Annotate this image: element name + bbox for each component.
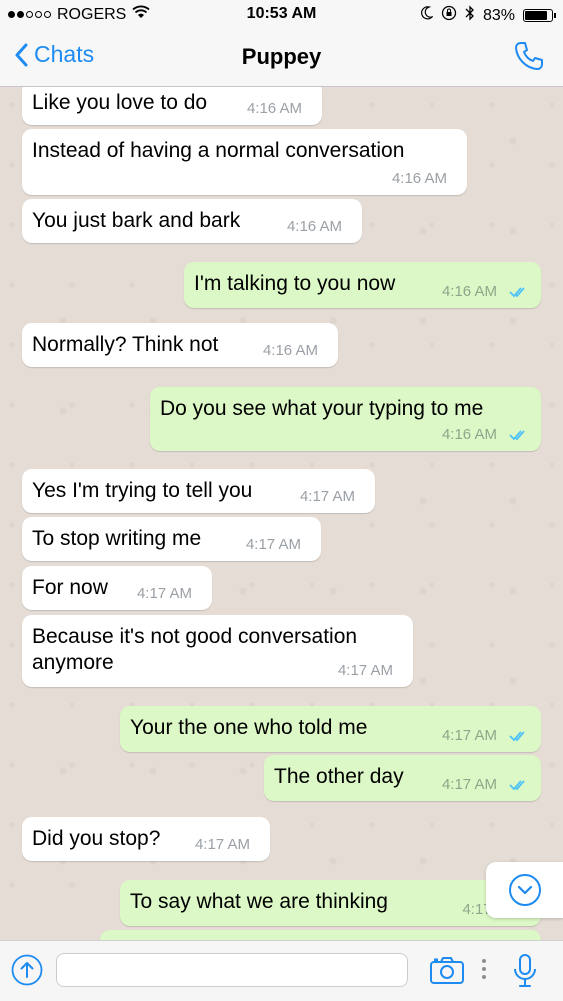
read-receipt-icon <box>509 731 525 742</box>
message-text: Did you stop? <box>32 827 161 850</box>
scroll-to-bottom-button[interactable] <box>486 862 563 918</box>
message-time: 4:17 AM <box>337 662 393 679</box>
message-incoming[interactable]: Instead of having a normal conversation … <box>22 129 467 195</box>
message-time: 4:16 AM <box>246 100 302 117</box>
message-text: Like you love to do <box>32 91 208 114</box>
message-input[interactable] <box>56 953 408 987</box>
message-time: 4:16 AM <box>286 218 342 235</box>
message-outgoing-partial <box>100 930 541 940</box>
read-receipt-icon <box>509 780 525 791</box>
message-text: The other day <box>274 765 404 788</box>
message-input-bar <box>0 940 563 1001</box>
message-outgoing[interactable]: I'm talking to you now 4:16 AM <box>184 262 541 308</box>
voice-message-button[interactable] <box>513 953 537 994</box>
moon-icon <box>421 6 434 25</box>
message-time: 4:17 AM <box>194 836 250 853</box>
message-text: For now <box>32 576 108 599</box>
camera-icon <box>430 957 464 984</box>
message-time: 4:17 AM <box>136 585 192 602</box>
message-incoming[interactable]: Because it's not good conversation anymo… <box>22 615 413 687</box>
read-receipt-icon <box>509 287 525 298</box>
status-right: 83% <box>421 5 556 26</box>
upload-arrow-icon <box>11 954 43 986</box>
message-time: 4:17 AM <box>245 536 301 553</box>
message-text: Do you see what your typing to me <box>160 397 484 420</box>
message-incoming[interactable]: For now 4:17 AM <box>22 566 212 610</box>
more-options-icon[interactable] <box>482 959 486 979</box>
message-text: Normally? Think not <box>32 333 219 356</box>
message-incoming[interactable]: Like you love to do 4:16 AM <box>22 87 322 125</box>
battery-percent: 83% <box>482 6 515 24</box>
phone-icon <box>515 42 543 70</box>
microphone-icon <box>514 954 536 987</box>
message-text: Instead of having a normal conversation <box>32 139 405 162</box>
message-text: Your the one who told me <box>130 716 368 739</box>
chat-area[interactable]: Like you love to do 4:16 AM Instead of h… <box>0 87 563 940</box>
message-time: 4:16 AM <box>441 426 497 443</box>
message-time: 4:17 AM <box>441 776 497 793</box>
message-incoming[interactable]: You just bark and bark 4:16 AM <box>22 199 362 243</box>
message-time: 4:16 AM <box>391 170 447 187</box>
message-text: Yes I'm trying to tell you <box>32 479 253 502</box>
nav-bar: Chats Puppey <box>0 30 563 87</box>
message-incoming[interactable]: Yes I'm trying to tell you 4:17 AM <box>22 469 375 513</box>
message-outgoing[interactable]: The other day 4:17 AM <box>264 755 541 801</box>
message-text: To say what we are thinking <box>130 890 388 913</box>
message-outgoing[interactable]: Do you see what your typing to me 4:16 A… <box>150 387 541 451</box>
message-outgoing[interactable]: To say what we are thinking 4:17 A <box>120 880 541 926</box>
call-button[interactable] <box>513 40 545 77</box>
rotation-lock-icon <box>441 5 457 26</box>
message-outgoing[interactable]: Your the one who told me 4:17 AM <box>120 706 541 752</box>
message-time: 4:17 AM <box>441 727 497 744</box>
camera-button[interactable] <box>429 955 465 990</box>
attach-button[interactable] <box>11 954 43 991</box>
message-incoming[interactable]: Did you stop? 4:17 AM <box>22 817 270 861</box>
message-incoming[interactable]: Normally? Think not 4:16 AM <box>22 323 338 367</box>
message-text: I'm talking to you now <box>194 272 396 295</box>
battery-icon <box>523 9 556 22</box>
message-time: 4:16 AM <box>262 342 318 359</box>
status-bar: ROGERS 10:53 AM 83% <box>0 0 563 30</box>
read-receipt-icon <box>509 430 525 441</box>
message-incoming[interactable]: To stop writing me 4:17 AM <box>22 517 321 561</box>
chevron-down-circle-icon <box>508 874 541 906</box>
message-time: 4:16 AM <box>441 283 497 300</box>
message-time: 4:17 AM <box>299 488 355 505</box>
message-text: To stop writing me <box>32 527 202 550</box>
chat-title[interactable]: Puppey <box>0 44 563 70</box>
message-text: You just bark and bark <box>32 209 241 232</box>
bluetooth-icon <box>465 5 475 26</box>
